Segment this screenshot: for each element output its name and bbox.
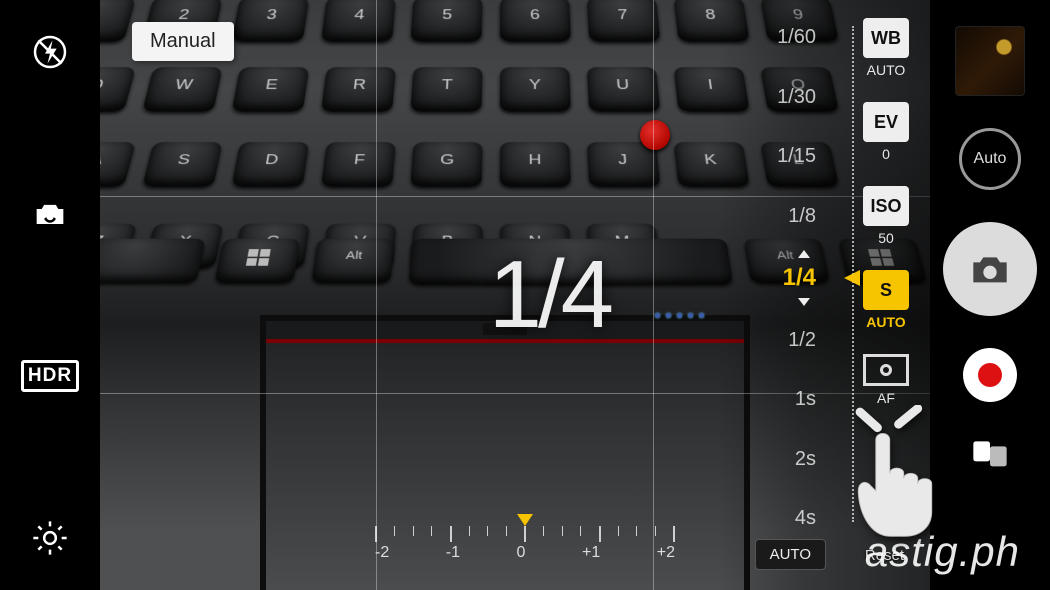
speed-option[interactable]: 4s xyxy=(734,507,836,530)
camera-icon xyxy=(970,252,1010,286)
speed-option[interactable]: 1/15 xyxy=(734,145,836,168)
speed-option[interactable]: 1s xyxy=(734,388,836,411)
grid-line xyxy=(653,0,654,590)
param-shutter[interactable]: S AUTO xyxy=(859,270,913,330)
shutter-button[interactable] xyxy=(943,222,1037,316)
ev-ticks xyxy=(375,526,675,544)
ev-marker xyxy=(517,514,533,526)
af-value: AF xyxy=(859,390,913,406)
gallery-thumbnail[interactable] xyxy=(955,26,1025,96)
chevron-up-icon xyxy=(798,250,810,258)
record-icon xyxy=(978,363,1002,387)
param-iso[interactable]: ISO 50 xyxy=(859,186,913,246)
mode-label: Auto xyxy=(974,150,1007,168)
gear-icon xyxy=(30,518,70,558)
last-mode-button[interactable] xyxy=(966,434,1014,472)
switch-icon xyxy=(970,436,1010,470)
speed-option[interactable]: 2s xyxy=(734,448,836,471)
ev-scale[interactable]: -2-1 0+1 +2 xyxy=(375,526,675,566)
iso-box: ISO xyxy=(863,186,909,226)
mode-selector[interactable]: Auto xyxy=(959,128,1021,190)
focus-icon xyxy=(866,354,906,386)
settings-button[interactable] xyxy=(26,514,74,562)
param-ev[interactable]: EV 0 xyxy=(859,102,913,162)
switch-camera-button[interactable] xyxy=(26,190,74,238)
speed-option[interactable]: 1/60 xyxy=(734,26,836,49)
mode-tooltip: Manual xyxy=(132,22,234,61)
record-button[interactable] xyxy=(963,348,1017,402)
tap-cursor xyxy=(840,405,950,550)
shutter-box: S xyxy=(863,270,909,310)
iso-value: 50 xyxy=(859,230,913,246)
left-toolbar: HDR xyxy=(0,0,100,590)
speed-option[interactable]: 1/8 xyxy=(734,205,836,228)
flash-toggle[interactable] xyxy=(26,28,74,76)
shutter-speed-readout: 1/4 xyxy=(489,240,610,350)
param-wb[interactable]: WB AUTO xyxy=(859,18,913,78)
manual-params: WB AUTO EV 0 ISO 50 S AUTO AF xyxy=(852,18,920,406)
hdr-icon: HDR xyxy=(21,360,79,392)
ev-labels: -2-1 0+1 +2 xyxy=(375,544,675,562)
hdr-toggle[interactable]: HDR xyxy=(26,352,74,400)
wb-box: WB xyxy=(863,18,909,58)
switch-camera-icon xyxy=(30,194,70,234)
shutter-speed-slider[interactable]: 1/60 1/30 1/15 1/8 1/4 1/2 1s 2s 4s xyxy=(730,0,840,590)
speed-option-selected[interactable]: 1/4 xyxy=(734,264,836,292)
trackpoint-nub xyxy=(640,120,670,150)
ev-box: EV xyxy=(863,102,909,142)
ev-value: 0 xyxy=(859,146,913,162)
param-af[interactable]: AF xyxy=(859,354,913,406)
wb-value: AUTO xyxy=(859,62,913,78)
grid-line xyxy=(376,0,377,590)
chevron-down-icon xyxy=(798,298,810,306)
shutter-value: AUTO xyxy=(859,314,913,330)
flash-off-icon xyxy=(30,32,70,72)
speed-option[interactable]: 1/2 xyxy=(734,329,836,352)
speed-option[interactable]: 1/30 xyxy=(734,86,836,109)
